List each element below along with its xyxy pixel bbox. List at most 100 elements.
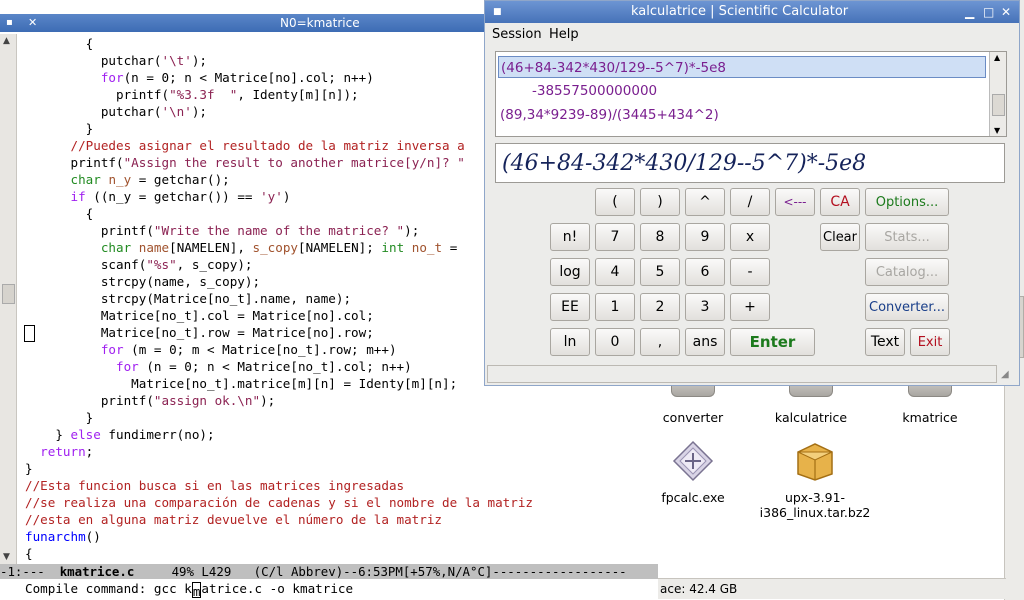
emacs-title-bar[interactable]: ▪ ✕ N0=kmatrice (0, 14, 486, 32)
options-button[interactable]: Options... (865, 188, 949, 216)
key-1[interactable]: 1 (595, 293, 635, 321)
key-5[interactable]: 5 (640, 258, 680, 286)
menu-session[interactable]: Session (492, 23, 542, 47)
minibuffer[interactable]: Compile command: gcc kmatrice.c -o kmatr… (25, 580, 658, 599)
key-right-paren[interactable]: ) (640, 188, 680, 216)
key-multiply[interactable]: x (730, 223, 770, 251)
history-item-selected[interactable]: (46+84-342*430/129--5^7)*-5e8 (498, 56, 986, 78)
key-log[interactable]: log (550, 258, 590, 286)
exit-button[interactable]: Exit (910, 328, 950, 356)
scroll-down-arrow-icon[interactable]: ▼ (3, 552, 10, 562)
calculator-title-bar[interactable]: ■ kalculatrice | Scientific Calculator ▁… (485, 1, 1019, 23)
minibuffer-input-after[interactable]: atrice.c -o kmatrice (201, 581, 353, 596)
code-token: char (100, 240, 132, 255)
menu-help[interactable]: Help (549, 23, 579, 47)
key-exponent-ee[interactable]: EE (550, 293, 590, 321)
code-token: { (25, 546, 33, 561)
maximize-icon[interactable]: □ (983, 1, 994, 23)
key-add[interactable]: + (730, 293, 770, 321)
key-power[interactable]: ^ (685, 188, 725, 216)
close-icon[interactable]: ✕ (28, 14, 37, 32)
scroll-up-arrow-icon[interactable]: ▲ (994, 53, 1000, 62)
window-menu-icon[interactable]: ▪ (6, 14, 13, 32)
key-8[interactable]: 8 (640, 223, 680, 251)
history-scrollbar[interactable]: ▲ ▼ (989, 52, 1006, 136)
key-ans[interactable]: ans (685, 328, 725, 356)
key-0[interactable]: 0 (595, 328, 635, 356)
code-line[interactable]: printf("assign ok.\n"); (25, 392, 658, 409)
code-line[interactable]: } else fundimerr(no); (25, 426, 658, 443)
mode-line: -1:--- kmatrice.c 49% L429 (C/l Abbrev)-… (0, 564, 658, 579)
text-cursor: m (191, 582, 202, 599)
history-item[interactable]: (89,34*9239-89)/(3445+434^2) (500, 107, 719, 123)
stats-button[interactable]: Stats... (865, 223, 949, 251)
key-divide[interactable]: / (730, 188, 770, 216)
clear-button[interactable]: Clear (820, 223, 860, 251)
key-9[interactable]: 9 (685, 223, 725, 251)
key-left-paren[interactable]: ( (595, 188, 635, 216)
file-fpcalc[interactable]: fpcalc.exe (658, 440, 728, 506)
key-ln[interactable]: ln (550, 328, 590, 356)
code-token: = (442, 240, 458, 255)
scroll-up-arrow-icon[interactable]: ▲ (3, 36, 10, 46)
calculator-statusbar (487, 365, 997, 383)
code-line[interactable]: //Esta funcion busca si en las matrices … (25, 477, 658, 494)
key-backspace[interactable]: <--- (775, 188, 815, 216)
code-token: () (85, 529, 101, 544)
emacs-scrollbar[interactable]: ▲ ▼ (0, 34, 17, 564)
resize-grip-icon[interactable]: ◢ (1001, 369, 1013, 381)
catalog-button[interactable]: Catalog... (865, 258, 949, 286)
archive-package-icon (797, 443, 833, 481)
file-upx-archive[interactable]: upx-3.91- i386_linux.tar.bz2 (750, 440, 880, 522)
key-comma[interactable]: , (640, 328, 680, 356)
code-line[interactable]: return; (25, 443, 658, 460)
file-label: fpcalc.exe (661, 490, 725, 505)
scroll-down-arrow-icon[interactable]: ▼ (994, 126, 1000, 135)
key-3[interactable]: 3 (685, 293, 725, 321)
code-token: //se realiza una comparación de cadenas … (25, 495, 533, 510)
converter-button[interactable]: Converter... (865, 293, 949, 321)
code-token: "Assign the result to another matrice[y/… (123, 155, 465, 170)
code-token: = getchar(); (131, 172, 230, 187)
text-button[interactable]: Text (865, 328, 905, 356)
file-label-line2: i386_linux.tar.bz2 (759, 505, 871, 520)
code-token: printf( (25, 87, 170, 102)
code-line[interactable]: { (25, 545, 658, 562)
code-line[interactable]: } (25, 409, 658, 426)
history-item-result[interactable]: -38557500000000 (532, 83, 657, 99)
scrollbar-thumb[interactable] (992, 94, 1005, 116)
expression-display[interactable]: (46+84-342*430/129--5^7)*-5e8 (495, 143, 1005, 183)
key-7[interactable]: 7 (595, 223, 635, 251)
key-2[interactable]: 2 (640, 293, 680, 321)
history-list[interactable]: (46+84-342*430/129--5^7)*-5e8 -385575000… (495, 51, 1007, 137)
scrollbar-thumb[interactable] (2, 284, 15, 304)
code-line[interactable]: //se realiza una comparación de cadenas … (25, 494, 658, 511)
key-subtract[interactable]: - (730, 258, 770, 286)
enter-button[interactable]: Enter (730, 328, 815, 356)
key-factorial[interactable]: n! (550, 223, 590, 251)
minimize-icon[interactable]: ▁ (965, 1, 974, 23)
key-6[interactable]: 6 (685, 258, 725, 286)
code-token: 'y' (260, 189, 283, 204)
file-manager-view: converter kalculatrice kmatrice fpcalc.e… (658, 370, 1024, 600)
code-token: printf( (25, 223, 154, 238)
code-token: "Write the name of the matrice? " (153, 223, 405, 238)
code-line[interactable]: //esta en alguna matriz devuelve el núme… (25, 511, 658, 528)
code-line[interactable]: } (25, 460, 658, 477)
key-4[interactable]: 4 (595, 258, 635, 286)
key-clear-all[interactable]: CA (820, 188, 860, 216)
code-token: ((n_y = getchar()) == (85, 189, 261, 204)
mode-line-buffer-name[interactable]: kmatrice.c (60, 564, 135, 579)
code-token: for (100, 70, 124, 85)
minibuffer-input-before[interactable]: gcc k (154, 581, 192, 596)
folder-label: converter (662, 410, 724, 425)
code-line[interactable]: funarchm() (25, 528, 658, 545)
close-icon[interactable]: ✕ (1001, 1, 1011, 23)
window-menu-icon[interactable]: ■ (493, 1, 502, 23)
calculator-window-title: kalculatrice | Scientific Calculator (631, 4, 849, 19)
